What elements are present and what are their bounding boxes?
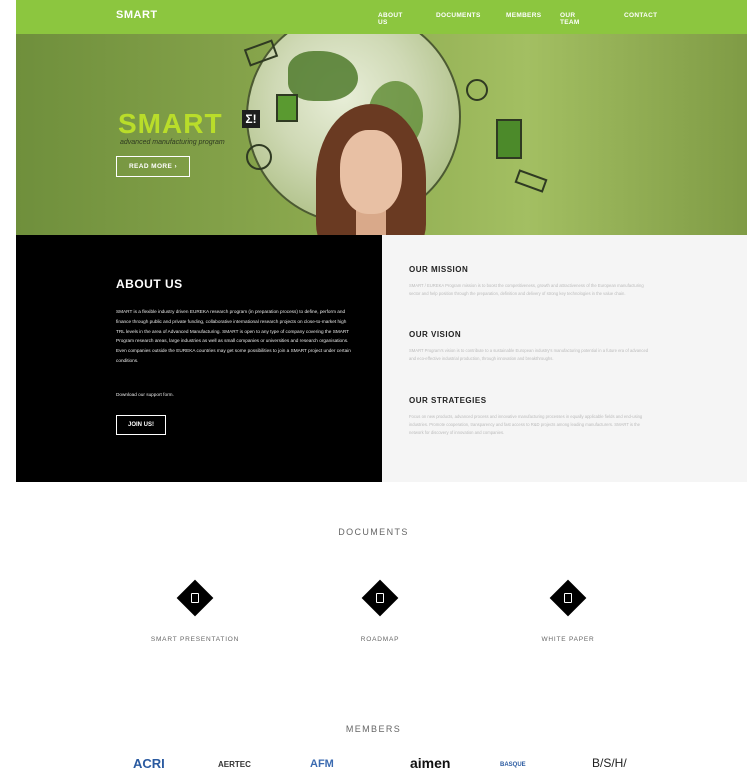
about-us-panel: ABOUT US SMART is a flexible industry dr… (16, 235, 382, 482)
nav-documents[interactable]: DOCUMENTS (436, 12, 481, 19)
members-title: MEMBERS (345, 724, 402, 734)
read-more-button[interactable]: READ MORE › (116, 156, 190, 177)
strategies-text: Focus on new products, advanced process … (409, 414, 643, 435)
vision-title: OUR VISION (409, 330, 462, 339)
documents-title: DOCUMENTS (338, 527, 409, 537)
document-label[interactable]: SMART PRESENTATION (115, 636, 275, 643)
brand-logo[interactable]: SMART (116, 9, 158, 21)
eureka-mark-icon: Σ! (242, 110, 260, 128)
hero-logo: SMART (118, 108, 223, 139)
download-support-form-link[interactable]: Download our support form. (116, 392, 174, 397)
about-us-text: SMART is a flexible industry driven EURE… (116, 309, 351, 363)
top-navbar: SMART ABOUT US DOCUMENTS MEMBERS OUR TEA… (16, 0, 747, 34)
member-logo-acri[interactable]: ACRI (133, 756, 165, 771)
decorative-icon (514, 169, 548, 193)
nav-members[interactable]: MEMBERS (506, 12, 541, 19)
member-logo-basque[interactable]: BASQUE (500, 762, 526, 768)
about-us-title: ABOUT US (116, 277, 183, 291)
decorative-icon (276, 94, 298, 122)
document-label[interactable]: WHITE PAPER (488, 636, 648, 643)
face (340, 130, 402, 214)
hero-logo-subtitle: advanced manufacturing program (120, 139, 225, 146)
mission-title: OUR MISSION (409, 265, 469, 274)
mission-vision-panel: OUR MISSION SMART / EUREKA Program missi… (382, 235, 747, 482)
nav-about-us[interactable]: ABOUT US (378, 12, 403, 26)
pdf-icon (376, 593, 384, 603)
member-logo-aertec[interactable]: AERTEC (218, 760, 251, 769)
join-us-button[interactable]: JOIN US! (116, 415, 166, 435)
mission-text: SMART / EUREKA Program mission is to boo… (409, 283, 644, 296)
document-label[interactable]: ROADMAP (300, 636, 460, 643)
decorative-icon (246, 144, 272, 170)
nav-our-team[interactable]: OUR TEAM (560, 12, 580, 26)
nav-contact[interactable]: CONTACT (624, 12, 657, 19)
vision-text: SMART Program's vision is to contribute … (409, 348, 649, 361)
decorative-icon (496, 119, 522, 159)
member-logo-bsh[interactable]: B/S/H/ (592, 756, 627, 770)
girl-portrait (316, 104, 426, 235)
hero-banner: SMART Σ! advanced manufacturing program … (16, 34, 747, 235)
decorative-icon (466, 79, 488, 101)
strategies-title: OUR STRATEGIES (409, 396, 487, 405)
member-logo-afm[interactable]: AFM (310, 758, 334, 770)
member-logo-aimen[interactable]: aimen (410, 755, 450, 771)
pdf-icon (564, 593, 572, 603)
pdf-icon (191, 593, 199, 603)
globe-land (288, 51, 358, 101)
